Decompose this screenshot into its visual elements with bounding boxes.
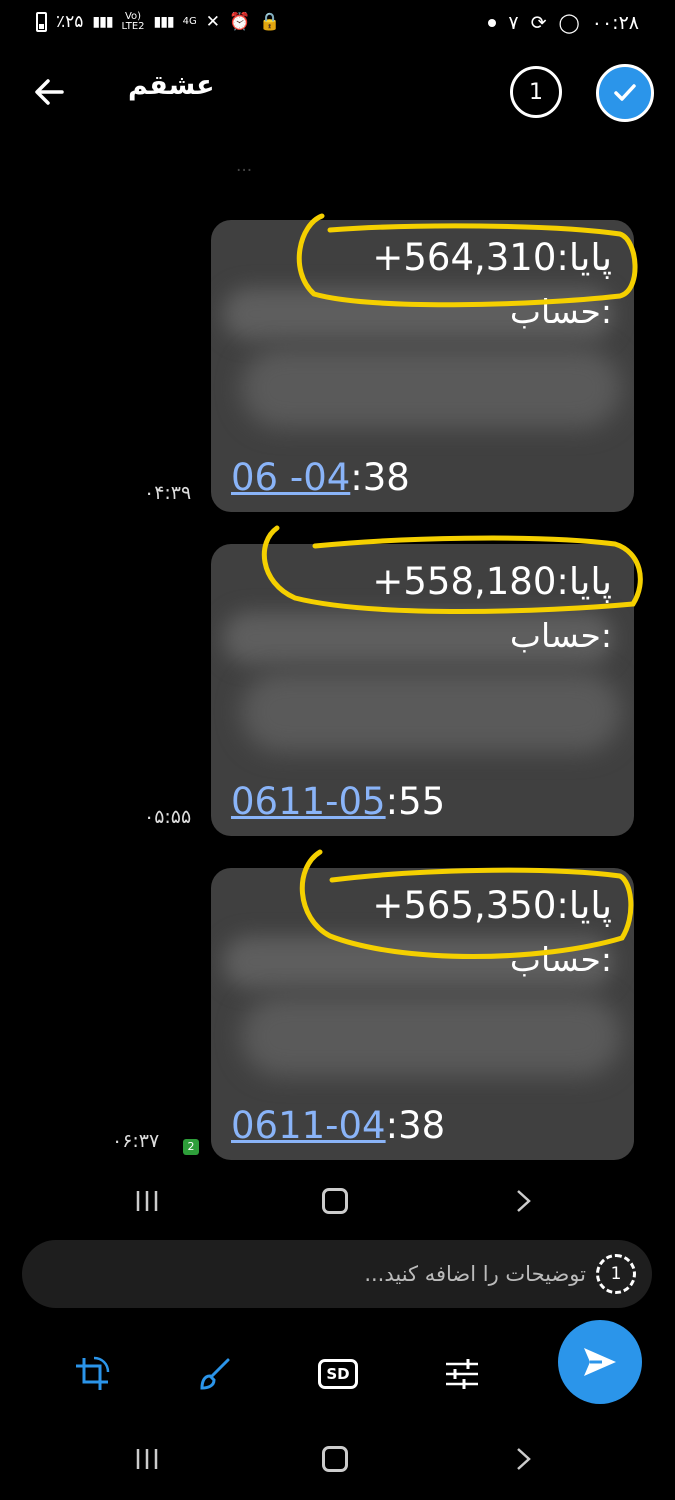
system-nav-bar xyxy=(0,1434,675,1484)
signal-icon: ▮▮▮ xyxy=(92,14,113,30)
date-line: 06 -04:38 xyxy=(231,456,410,499)
mid-nav-row xyxy=(0,1176,675,1226)
date-link[interactable]: 0611-05 xyxy=(231,780,386,823)
status-left: ٪۲۵ ▮▮▮ Vo) LTE2 ▮▮▮ 4G ✕ ⏰ 🔒 xyxy=(36,12,280,32)
faded-system-text: ... xyxy=(236,156,253,176)
selected-count: 1 xyxy=(529,79,543,105)
battery-icon xyxy=(36,12,47,32)
message-bubble-2[interactable]: +558,180:پایا حساب: 0611-05:55 xyxy=(211,544,634,836)
nav-home-icon[interactable] xyxy=(322,1188,348,1214)
message-bubble-3[interactable]: +565,350:پایا حساب: 0611-04:38 xyxy=(211,868,634,1160)
message-bubble-1[interactable]: +564,310:پایا حساب: 06 -04:38 xyxy=(211,220,634,512)
signal-icon-2: ▮▮▮ xyxy=(153,14,175,30)
crop-rotate-icon xyxy=(76,1356,110,1390)
clock: ۰۰:۲۸ xyxy=(591,12,639,34)
check-icon xyxy=(614,84,636,101)
back-button[interactable] xyxy=(30,72,70,112)
data-label: 4G xyxy=(182,16,197,27)
balance-text: +558,180:پایا xyxy=(372,560,612,603)
timer-button[interactable]: 1 xyxy=(596,1254,636,1294)
chat-title: عشقم xyxy=(128,70,215,101)
top-bar: عشقم 1 xyxy=(0,52,675,134)
redacted-area xyxy=(241,348,621,428)
send-button[interactable] xyxy=(558,1320,642,1404)
selected-count-button[interactable]: 1 xyxy=(510,66,562,118)
message-time: ۰۶:۳۷ xyxy=(112,1130,160,1152)
redacted-area xyxy=(241,996,621,1076)
adjust-icon xyxy=(446,1359,478,1389)
alarm-icon: ⏰ xyxy=(229,12,251,32)
sd-quality-icon: SD xyxy=(318,1359,358,1389)
battery-level: ٪۲۵ xyxy=(56,12,84,32)
nav-home-icon[interactable] xyxy=(322,1446,348,1472)
brush-button[interactable] xyxy=(192,1352,236,1396)
account-label: حساب: xyxy=(509,616,612,655)
message-time: ۰۵:۵۵ xyxy=(144,806,192,828)
date-link[interactable]: 06 -04 xyxy=(231,456,350,499)
message-time: ۰۴:۳۹ xyxy=(144,482,192,504)
send-icon xyxy=(584,1348,616,1376)
sync-icon: ⟳ xyxy=(530,12,547,34)
caption-bar: 1 xyxy=(22,1240,652,1308)
timer-icon: 1 xyxy=(610,1264,622,1284)
nav-back-icon[interactable] xyxy=(510,1188,536,1214)
whatsapp-icon: ◯ xyxy=(558,12,580,34)
back-arrow-icon xyxy=(35,79,64,105)
account-label: حساب: xyxy=(509,292,612,331)
lock-icon: 🔒 xyxy=(259,12,281,32)
account-label: حساب: xyxy=(509,940,612,979)
date-line: 0611-04:38 xyxy=(231,1104,446,1147)
message-badge: 2 xyxy=(183,1139,199,1155)
nav-recent-icon[interactable] xyxy=(134,1188,160,1214)
balance-text: +564,310:پایا xyxy=(372,236,612,279)
crop-rotate-button[interactable] xyxy=(70,1352,114,1396)
brush-icon xyxy=(200,1358,230,1390)
status-extra: ۷ xyxy=(508,12,519,34)
date-link[interactable]: 0611-04 xyxy=(231,1104,386,1147)
balance-text: +565,350:پایا xyxy=(372,884,612,927)
status-bar: ٪۲۵ ▮▮▮ Vo) LTE2 ▮▮▮ 4G ✕ ⏰ 🔒 ۷ ⟳ ◯ ۰۰:۲۸ xyxy=(0,0,675,52)
confirm-button[interactable] xyxy=(596,64,654,122)
notification-dot-icon xyxy=(488,19,497,27)
date-line: 0611-05:55 xyxy=(231,780,446,823)
caption-input[interactable] xyxy=(46,1248,586,1300)
quality-button[interactable]: SD xyxy=(316,1352,360,1396)
lte-label: Vo) LTE2 xyxy=(121,11,145,32)
nav-recent-icon[interactable] xyxy=(134,1446,160,1472)
status-right: ۷ ⟳ ◯ ۰۰:۲۸ xyxy=(488,12,639,34)
adjust-button[interactable] xyxy=(440,1352,484,1396)
mute-icon: ✕ xyxy=(205,12,221,32)
redacted-area xyxy=(241,672,621,752)
nav-back-icon[interactable] xyxy=(510,1446,536,1472)
